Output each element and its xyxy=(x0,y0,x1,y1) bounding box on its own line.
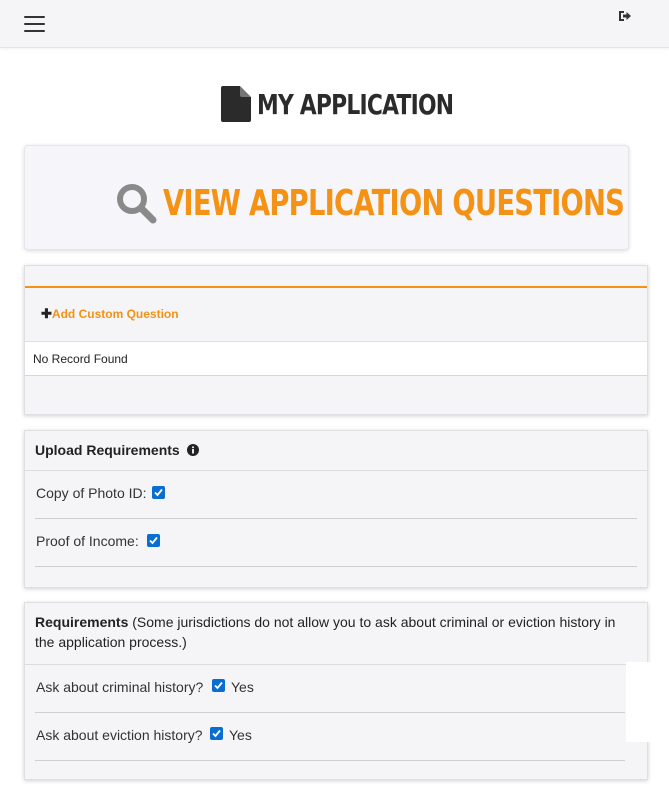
page-title: MY APPLICATION xyxy=(0,86,669,130)
photo-id-checkbox[interactable] xyxy=(152,486,165,499)
proof-of-income-label: Proof of Income: xyxy=(36,533,139,549)
accent-divider xyxy=(25,286,647,288)
add-custom-question-button[interactable]: ✚Add Custom Question xyxy=(41,306,179,322)
search-icon xyxy=(115,182,157,224)
eviction-history-value: Yes xyxy=(229,727,252,743)
criminal-history-label: Ask about criminal history? xyxy=(36,679,204,695)
eviction-history-label: Ask about eviction history? xyxy=(36,727,203,743)
upload-requirements-heading: Upload Requirements xyxy=(25,431,647,471)
requirements-heading: Requirements (Some jurisdictions do not … xyxy=(25,603,647,665)
view-application-questions-label: VIEW APPLICATION QUESTIONS xyxy=(163,182,625,224)
requirements-panel: Requirements (Some jurisdictions do not … xyxy=(24,602,648,780)
add-custom-question-label: Add Custom Question xyxy=(51,307,179,321)
eviction-history-checkbox[interactable] xyxy=(210,727,223,740)
top-bar xyxy=(0,0,669,48)
custom-questions-panel: ✚Add Custom Question No Record Found xyxy=(24,265,648,415)
view-application-questions-card[interactable]: VIEW APPLICATION QUESTIONS xyxy=(24,145,629,250)
criminal-history-value: Yes xyxy=(231,679,254,695)
overlay-edge xyxy=(626,662,662,742)
empty-state-text: No Record Found xyxy=(25,341,647,376)
hamburger-menu-icon[interactable] xyxy=(24,16,46,34)
criminal-history-checkbox[interactable] xyxy=(212,679,225,692)
proof-of-income-row: Proof of Income: xyxy=(35,519,637,567)
photo-id-row: Copy of Photo ID: xyxy=(35,471,637,519)
sign-out-icon[interactable] xyxy=(618,9,634,23)
proof-of-income-checkbox[interactable] xyxy=(147,534,160,547)
eviction-history-row: Ask about eviction history? Yes xyxy=(35,713,625,761)
page-title-text: MY APPLICATION xyxy=(256,87,454,121)
plus-icon: ✚ xyxy=(41,306,52,321)
upload-requirements-title: Upload Requirements xyxy=(35,442,180,458)
file-document-icon xyxy=(220,86,251,122)
upload-requirements-panel: Upload Requirements Copy of Photo ID: Pr… xyxy=(24,430,648,588)
requirements-title: Requirements xyxy=(35,614,129,630)
info-icon[interactable] xyxy=(186,443,199,456)
criminal-history-row: Ask about criminal history? Yes xyxy=(35,665,625,713)
photo-id-label: Copy of Photo ID: xyxy=(36,485,147,501)
